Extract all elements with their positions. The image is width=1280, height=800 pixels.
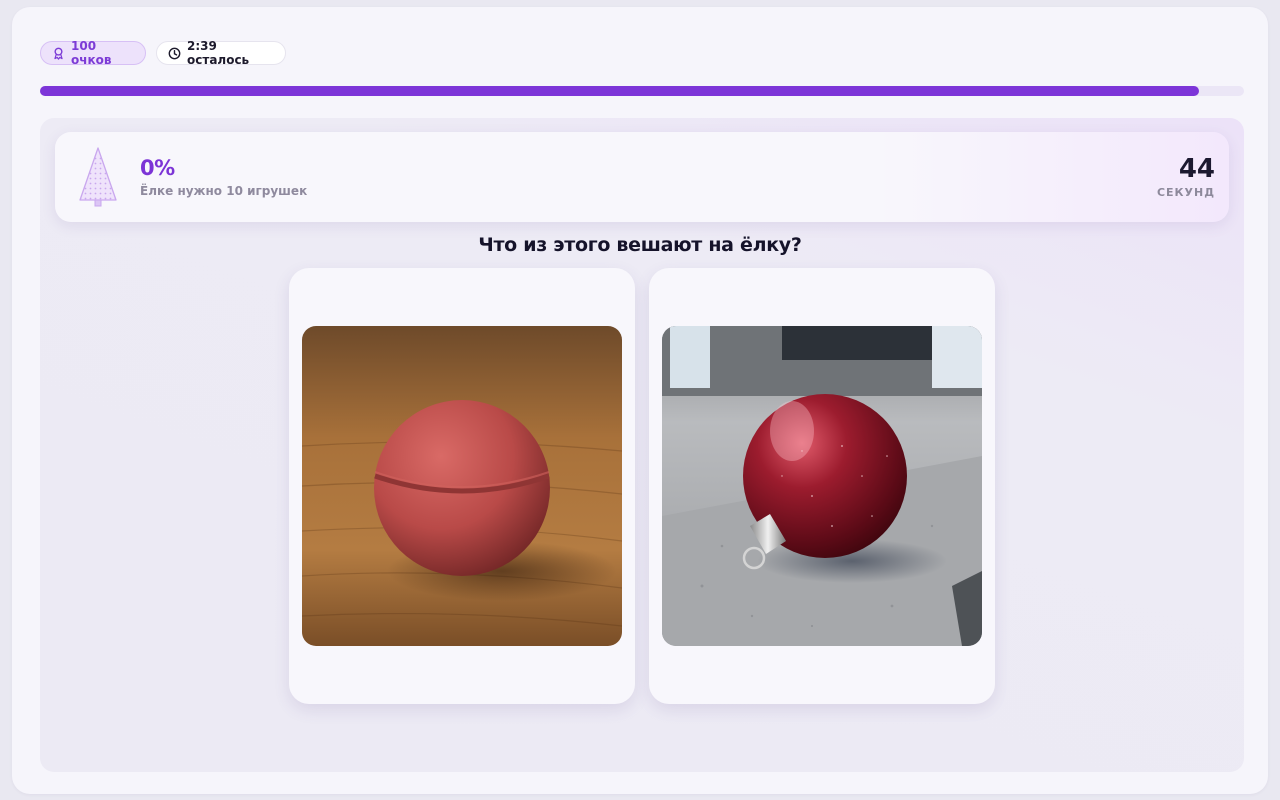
time-label: 2:39 осталось (187, 39, 250, 67)
score-label: 100 очков (71, 39, 112, 67)
clock-icon (168, 47, 181, 60)
answer-option-1[interactable] (289, 268, 635, 704)
christmas-tree-icon (78, 146, 118, 212)
time-progress-bar (40, 86, 1244, 96)
seconds-counter: 44 (1178, 154, 1215, 184)
score-chip: 100 очков (40, 39, 146, 67)
time-progress-fill (40, 86, 1200, 96)
seconds-label: СЕКУНД (1156, 186, 1215, 199)
status-card: 0% Ёлке нужно 10 игрушек 44 СЕКУНД (55, 132, 1229, 222)
progress-percent: 0% (140, 156, 175, 180)
medal-icon (52, 47, 65, 60)
status-subtitle: Ёлке нужно 10 игрушек (140, 184, 308, 198)
christmas-ornament-image (662, 326, 982, 646)
answer-option-2[interactable] (649, 268, 995, 704)
bath-bomb-image (302, 326, 622, 646)
question-text: Что из этого вешают на ёлку? (478, 234, 802, 256)
time-chip: 2:39 осталось (156, 39, 286, 67)
